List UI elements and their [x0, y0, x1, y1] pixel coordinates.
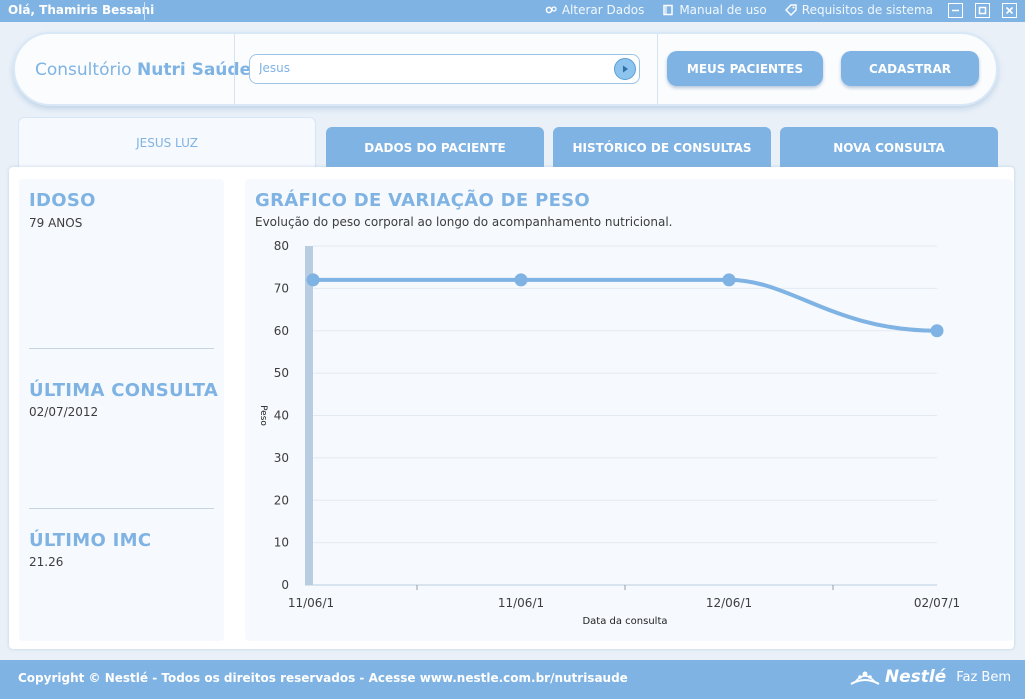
series-line: [311, 277, 939, 333]
brand-prefix: Consultório: [35, 60, 132, 80]
user-greeting: Olá, Thamiris Bessani: [8, 3, 155, 17]
patient-category: IDOSO: [29, 190, 96, 211]
y-tick-label: 40: [274, 409, 289, 423]
patient-info-panel: IDOSO 79 ANOS ÚLTIMA CONSULTA 02/07/2012…: [19, 179, 224, 641]
last-bmi-title: ÚLTIMO IMC: [29, 530, 152, 551]
top-bar: Olá, Thamiris Bessani Alterar Dados Manu…: [0, 0, 1025, 22]
play-arrow-icon: [623, 65, 628, 73]
x-axis-label: Data da consulta: [582, 616, 667, 627]
y-tick-label: 0: [281, 578, 289, 592]
weight-chart-card: GRÁFICO DE VARIAÇÃO DE PESO Evolução do …: [245, 179, 1013, 641]
last-consult-date: 02/07/2012: [29, 405, 99, 419]
nestle-slogan: Faz Bem: [956, 669, 1011, 685]
data-point: [930, 324, 944, 338]
manual-de-uso-link[interactable]: Manual de uso: [662, 3, 767, 17]
y-tick-label: 10: [274, 536, 289, 550]
requisitos-label: Requisitos de sistema: [801, 3, 933, 17]
y-tick-label: 50: [274, 366, 289, 380]
search-input[interactable]: [259, 58, 609, 78]
x-tick-label: 12/06/1: [706, 596, 752, 610]
maximize-button[interactable]: [975, 3, 990, 18]
data-point: [306, 273, 320, 287]
nestle-logo-text: Nestlé: [884, 667, 947, 687]
my-patients-button[interactable]: MEUS PACIENTES: [667, 51, 823, 86]
nest-birds-icon: [850, 671, 880, 685]
x-tick-label: 11/06/1: [498, 596, 544, 610]
book-icon: [663, 4, 674, 16]
y-tick-label: 30: [274, 451, 289, 465]
x-tick-label: 02/07/1: [914, 596, 960, 610]
last-consult-title: ÚLTIMA CONSULTA: [29, 380, 219, 401]
divider: [29, 508, 214, 509]
y-tick-label: 60: [274, 324, 289, 338]
tab-consult-history[interactable]: HISTÓRICO DE CONSULTAS: [553, 127, 771, 169]
x-tick-label: 11/06/1: [288, 596, 334, 610]
data-point: [514, 273, 528, 287]
y-tick-label: 20: [274, 493, 289, 507]
tab-patient-data[interactable]: DADOS DO PACIENTE: [326, 127, 544, 169]
top-links: Alterar Dados Manual de uso Requisitos d…: [545, 3, 933, 17]
last-bmi-value: 21.26: [29, 555, 64, 569]
alterar-dados-link[interactable]: Alterar Dados: [545, 3, 644, 17]
nestle-brand: Nestlé Faz Bem: [849, 666, 1011, 688]
y-axis: [305, 246, 313, 585]
window-controls: [948, 3, 1017, 18]
footer: Copyright © Nestlé - Todos os direitos r…: [0, 660, 1025, 699]
manual-de-uso-label: Manual de uso: [679, 3, 767, 17]
patient-search: [249, 54, 640, 84]
minimize-icon: [952, 9, 959, 12]
tab-patient-name[interactable]: JESUS LUZ: [18, 117, 316, 169]
nestle-logo: Nestlé: [849, 666, 946, 688]
tab-new-consult[interactable]: NOVA CONSULTA: [780, 127, 998, 169]
y-axis-label: Peso: [258, 405, 268, 426]
greeting-divider: [144, 2, 145, 20]
tag-icon: [784, 4, 797, 16]
brand-title: Consultório Nutri Saúde: [35, 60, 251, 80]
app-header: Consultório Nutri Saúde MEUS PACIENTES C…: [13, 32, 998, 106]
copyright-text: Copyright © Nestlé - Todos os direitos r…: [18, 671, 628, 685]
patient-age: 79 ANOS: [29, 216, 83, 230]
divider: [29, 348, 214, 349]
maximize-icon: [978, 6, 987, 15]
y-tick-label: 80: [274, 239, 289, 253]
weight-line-chart: 0 10 20 30 40 50 60 70 80 11/06/1 11/06/1 12/06/1 02…: [258, 239, 960, 627]
search-go-button[interactable]: [614, 58, 636, 80]
y-tick-label: 70: [274, 281, 289, 295]
header-divider: [657, 34, 658, 106]
header-divider: [234, 34, 235, 106]
close-icon: [1005, 6, 1014, 15]
data-point: [722, 273, 736, 287]
register-button[interactable]: CADASTRAR: [841, 51, 979, 86]
minimize-button[interactable]: [948, 3, 963, 18]
requisitos-link[interactable]: Requisitos de sistema: [784, 3, 933, 17]
close-button[interactable]: [1002, 3, 1017, 18]
alterar-dados-label: Alterar Dados: [561, 3, 645, 17]
gears-icon: [545, 6, 557, 14]
